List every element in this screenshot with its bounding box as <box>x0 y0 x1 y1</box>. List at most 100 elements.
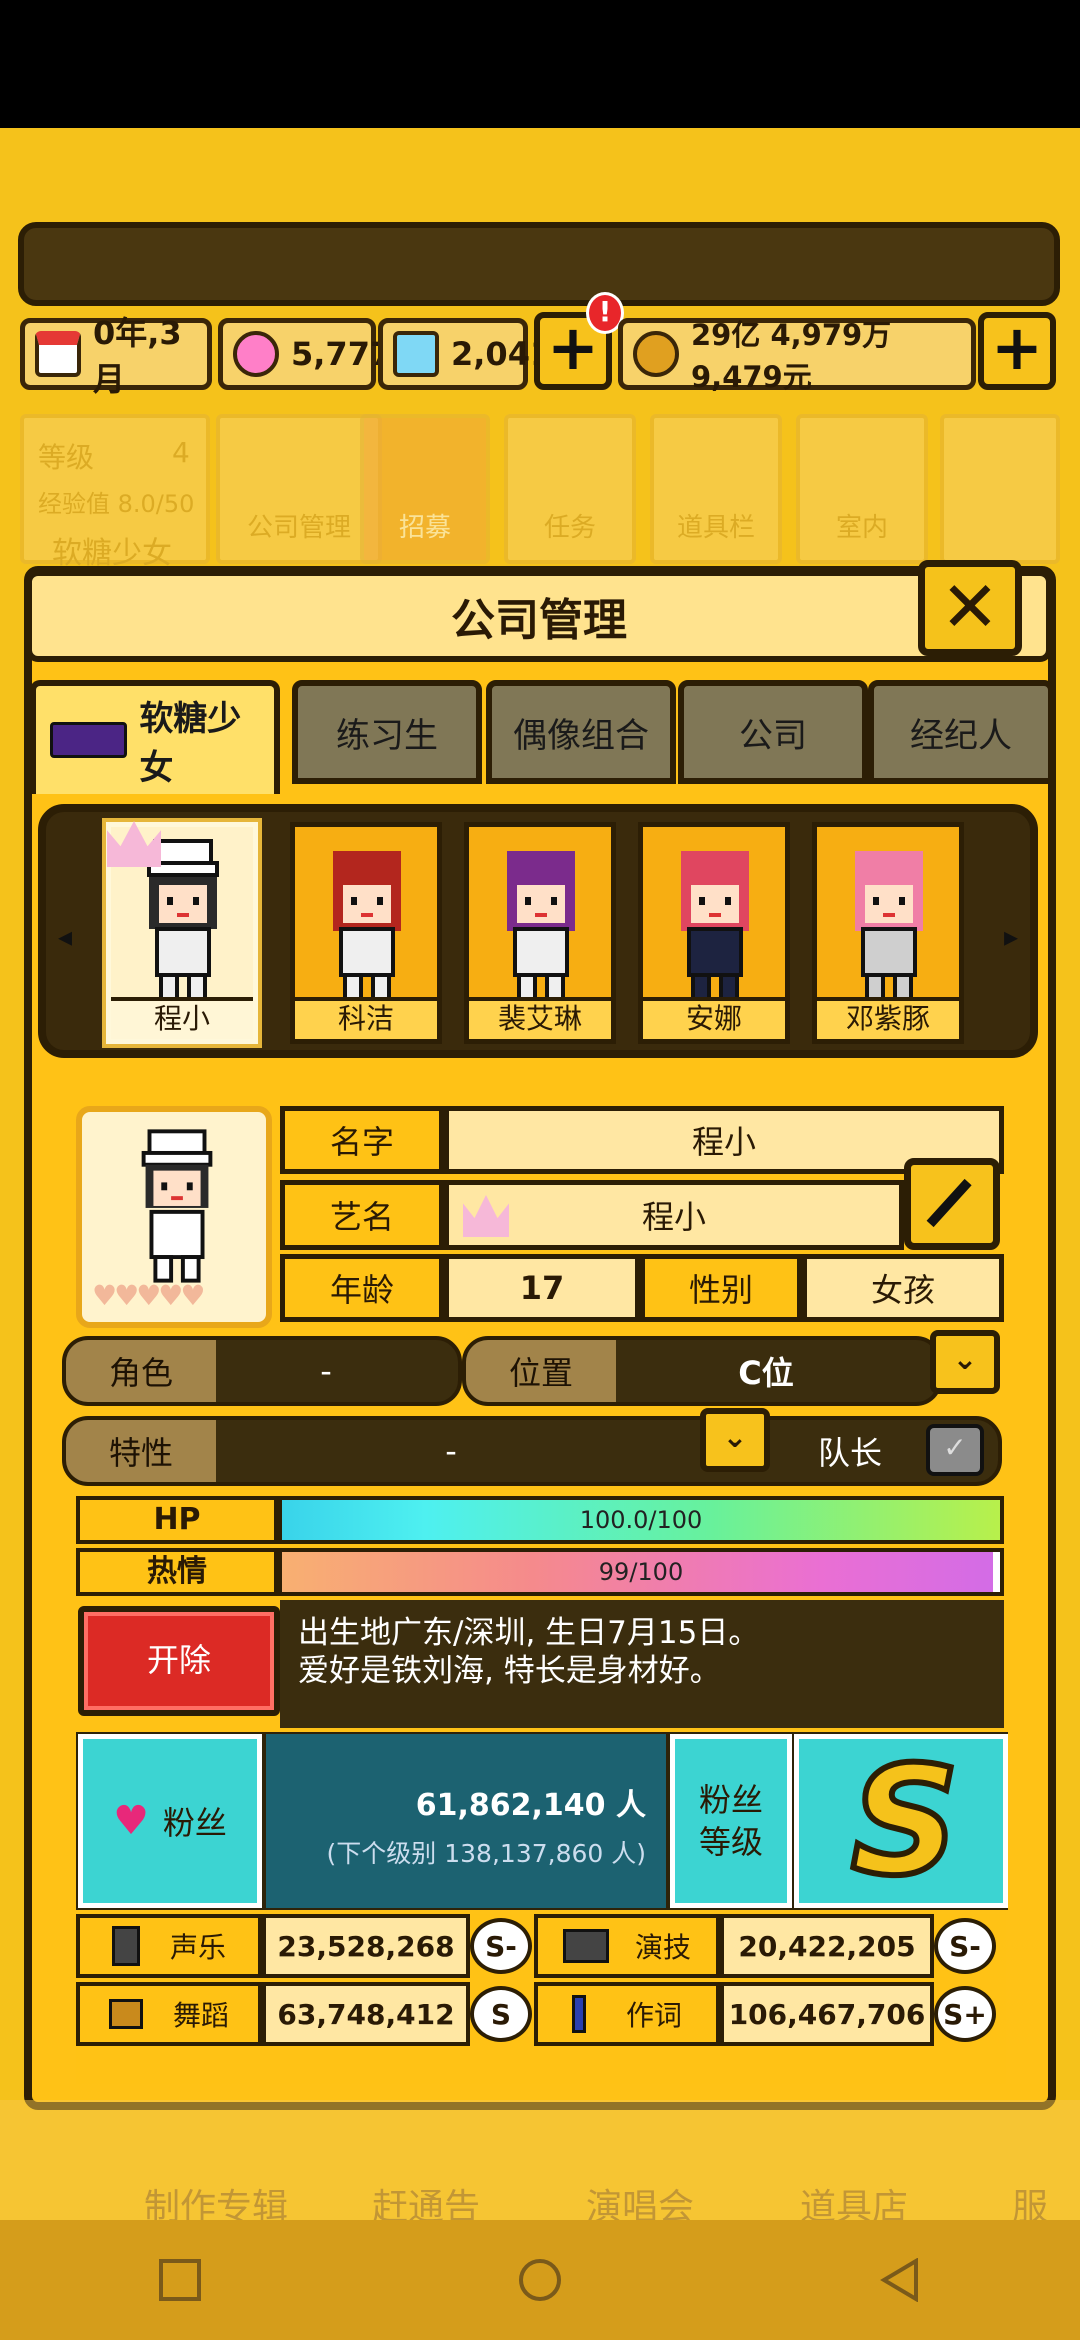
top-banner <box>18 222 1060 306</box>
member-sprite <box>681 851 749 1001</box>
bg-menu-label: 道具栏 <box>676 513 755 543</box>
recent-apps-icon[interactable] <box>158 2258 202 2302</box>
fan-level-label-cell: 粉丝 等级 <box>670 1734 792 1908</box>
diamond-pill: 2,041 <box>378 318 552 390</box>
skill-acting-label: 演技 <box>534 1914 720 1978</box>
trait-label: 特性 <box>66 1420 216 1482</box>
leader-checkbox[interactable]: ✓ <box>926 1424 984 1476</box>
name-label: 名字 <box>280 1106 444 1174</box>
close-button[interactable]: ✕ <box>918 560 1022 656</box>
bg-level-panel: 等级 4 经验值 8.0/50 软糖少女 <box>20 414 210 571</box>
member-card[interactable]: 安娜 <box>638 822 790 1044</box>
tab-managers[interactable]: 经纪人 <box>868 680 1054 784</box>
pink-gem-icon <box>233 331 279 377</box>
passion-label: 热情 <box>76 1548 278 1596</box>
stage-name-label: 艺名 <box>280 1180 444 1250</box>
member-portrait: ♥♥♥♥♥ <box>76 1106 272 1328</box>
skill-name: 作词 <box>625 1999 682 2032</box>
age-value: 17 <box>444 1254 640 1322</box>
microphone-icon <box>111 1926 140 1966</box>
fans-count-cell: 61,862,140 人 (下个级别 138,137,860 人) <box>266 1734 666 1908</box>
affection-hearts: ♥♥♥♥♥ <box>92 1279 206 1312</box>
member-card[interactable]: 邓紫豚 <box>812 822 964 1044</box>
fans-count: 61,862,140 人 <box>415 1788 646 1823</box>
fan-level-label-2: 等级 <box>698 1823 763 1861</box>
android-nav-bar <box>0 2220 1080 2340</box>
date-value: 0年,3月 <box>93 314 182 398</box>
bg-menu-label: 室内 <box>835 513 888 543</box>
camera-icon <box>562 1929 609 1963</box>
chevron-down-icon: ⌄ <box>722 1420 748 1455</box>
bg-level-label: 等级 <box>38 441 95 474</box>
carousel-left-icon[interactable]: ◂ <box>58 920 72 953</box>
bg-menu-interior: 室内 <box>796 414 928 564</box>
member-sprite <box>855 851 923 1001</box>
skill-dance-grade: S <box>470 1986 532 2042</box>
skill-vocal-grade: S- <box>470 1918 532 1974</box>
age-label: 年龄 <box>280 1254 444 1322</box>
tab-label: 公司 <box>739 715 807 756</box>
pink-gem-pill: 5,777 <box>218 318 392 390</box>
tab-company[interactable]: 公司 <box>678 680 868 784</box>
bg-menu-label: 公司管理 <box>246 513 351 543</box>
edit-name-button[interactable] <box>904 1158 1000 1250</box>
fan-level-grade-cell: S <box>794 1734 1008 1908</box>
member-card[interactable]: 科洁 <box>290 822 442 1044</box>
position-dropdown-button[interactable]: ⌄ <box>930 1330 1000 1394</box>
trait-value: - <box>216 1420 686 1482</box>
crown-icon <box>107 821 161 867</box>
role-value: - <box>216 1340 436 1402</box>
money-pill: 29亿 4,979万 9,479元 <box>618 318 976 394</box>
skill-name: 舞蹈 <box>172 1999 229 2032</box>
member-card[interactable]: 裴艾琳 <box>464 822 616 1044</box>
tab-idol-groups[interactable]: 偶像组合 <box>486 680 676 784</box>
bg-menu-company: 公司管理 <box>216 414 382 564</box>
member-sprite <box>141 1129 213 1283</box>
skill-lyrics-value: 106,467,706 <box>720 1982 934 2046</box>
skill-acting-grade: S- <box>934 1918 996 1974</box>
carousel-right-icon[interactable]: ▸ <box>1004 920 1018 953</box>
diamond-icon <box>393 331 439 377</box>
pen-icon <box>571 1995 586 2033</box>
skill-name: 演技 <box>634 1931 691 1964</box>
tab-label: 偶像组合 <box>513 715 649 756</box>
skill-dance-value: 63,748,412 <box>262 1982 470 2046</box>
hp-value: 100.0/100 <box>579 1506 703 1534</box>
buy-money-button[interactable]: + <box>978 312 1056 390</box>
coin-icon <box>633 331 679 377</box>
skill-vocal-value: 23,528,268 <box>262 1914 470 1978</box>
money-value: 29亿 4,979万 9,479元 <box>691 318 892 394</box>
status-bar <box>0 0 1080 128</box>
member-card-name: 裴艾琳 <box>469 997 611 1039</box>
plus-icon: + <box>991 311 1043 384</box>
skill-dance-label: 舞蹈 <box>76 1982 262 2046</box>
member-card[interactable]: 程小 <box>106 821 258 1044</box>
bg-menu-label: 招募 <box>398 513 451 543</box>
chevron-down-icon: ⌄ <box>952 1342 978 1377</box>
alert-badge-text: ! <box>598 295 612 328</box>
passion-value: 99/100 <box>598 1558 684 1586</box>
date-pill: 0年,3月 <box>20 314 212 398</box>
pencil-icon <box>926 1178 972 1228</box>
skill-lyrics-grade: S+ <box>934 1986 996 2042</box>
member-sprite <box>507 851 575 1001</box>
role-label: 角色 <box>66 1340 216 1402</box>
shoe-icon <box>108 1999 143 2029</box>
member-bio: 出生地广东/深圳, 生日7月15日。 爱好是铁刘海, 特长是身材好。 <box>280 1600 1004 1728</box>
home-icon[interactable] <box>518 2258 562 2302</box>
fire-button-label: 开除 <box>146 1641 211 1679</box>
member-card-name: 安娜 <box>643 997 785 1039</box>
fire-button[interactable]: 开除 <box>78 1606 280 1716</box>
tab-group[interactable]: 软糖少女 <box>30 680 280 794</box>
skills-grid: 声乐 23,528,268 S- 演技 20,422,205 S- 舞蹈 63,… <box>76 1914 1006 2084</box>
position-label: 位置 <box>466 1340 616 1402</box>
member-sprite <box>333 851 401 1001</box>
trait-dropdown-button[interactable]: ⌄ <box>700 1408 770 1472</box>
tab-trainees[interactable]: 练习生 <box>292 680 482 784</box>
bio-line-2: 爱好是铁刘海, 特长是身材好。 <box>298 1653 721 1689</box>
hp-bar: 100.0/100 <box>278 1496 1004 1544</box>
back-icon[interactable] <box>878 2258 922 2302</box>
stage-name-row: 程小 <box>444 1180 904 1250</box>
calendar-icon <box>35 331 81 377</box>
bg-menu-label: 任务 <box>543 513 596 543</box>
